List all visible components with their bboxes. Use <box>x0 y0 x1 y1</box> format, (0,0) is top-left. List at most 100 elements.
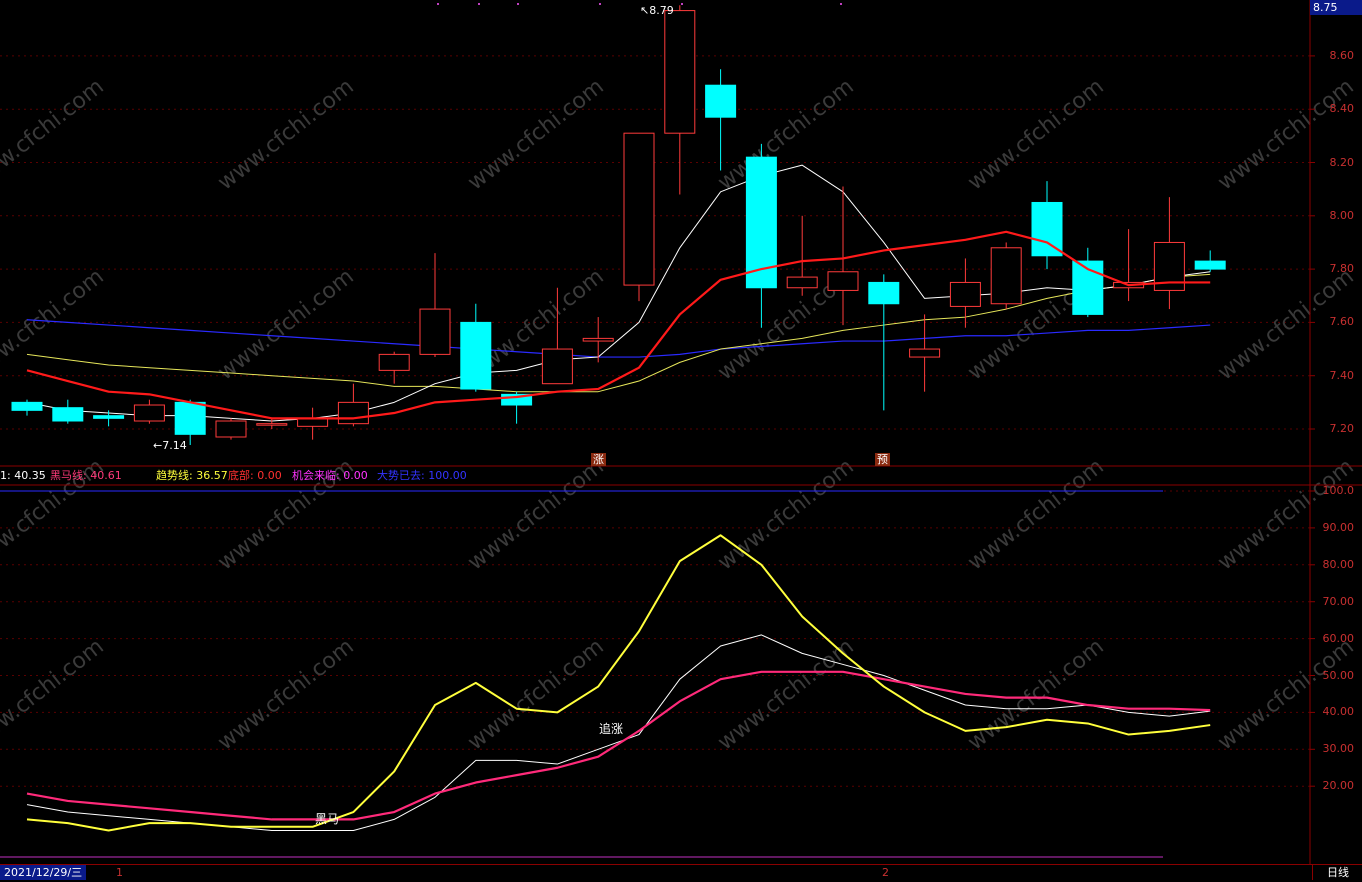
watermark-text: www.cfchi.com <box>0 264 109 385</box>
candle-body <box>93 415 125 419</box>
top-marker-dot <box>840 3 842 5</box>
watermark-text: www.cfchi.com <box>213 634 358 755</box>
osc-axis-label: 20.00 <box>1322 779 1355 793</box>
candle-up <box>909 314 941 392</box>
arrow-icon: ← <box>153 439 163 452</box>
candle-up <box>990 242 1022 310</box>
candle-down <box>11 399 43 416</box>
candle-body <box>705 84 737 118</box>
osc-axis-label: 90.00 <box>1322 520 1355 534</box>
osc-axis-label: 40.00 <box>1322 705 1355 719</box>
legend-item: 黑马线: 40.61 <box>50 469 122 482</box>
osc-axis-label: 30.00 <box>1322 742 1355 756</box>
candle-body <box>419 308 451 355</box>
high-price-marker: ↖8.79 <box>640 4 674 17</box>
arrow-icon: ↖ <box>640 4 650 17</box>
candle-body <box>949 281 981 307</box>
top-marker-dot <box>437 3 439 5</box>
watermark-text: www.cfchi.com <box>0 634 109 755</box>
osc-axis-label: 100.0 <box>1322 484 1355 497</box>
candle-down <box>52 399 84 424</box>
candle-body <box>827 271 859 291</box>
top-marker-dot <box>599 3 601 5</box>
candle-down <box>460 303 492 392</box>
candle-body <box>868 281 900 305</box>
oscillator-panel <box>0 490 1211 858</box>
candle-down <box>705 69 737 171</box>
price-axis-label: 8.20 <box>1329 155 1355 169</box>
candle-body <box>174 401 206 435</box>
candle-body <box>541 348 573 385</box>
watermark-text: www.cfchi.com <box>1213 634 1358 755</box>
candle-body <box>664 10 696 134</box>
osc-axis-label: 60.00 <box>1322 631 1355 645</box>
candle-up <box>378 351 410 384</box>
candle-up <box>133 399 165 424</box>
legend-item: 1: 40.35 <box>0 469 46 482</box>
candle-up <box>1113 229 1145 302</box>
candle-body <box>990 247 1022 305</box>
candle-down <box>868 274 900 411</box>
watermark-text: www.cfchi.com <box>713 634 858 755</box>
candle-body <box>133 404 165 422</box>
watermark-text: www.cfchi.com <box>713 454 858 575</box>
top-marker-dot <box>517 3 519 5</box>
candle-body <box>460 321 492 390</box>
candle-up <box>582 317 614 363</box>
osc-axis-label: 80.00 <box>1322 557 1355 571</box>
candle-down <box>1194 250 1226 272</box>
legend-item: 趋势线: 36.57 <box>156 469 228 482</box>
candle-body <box>337 401 369 425</box>
price-axis-label: 7.60 <box>1329 315 1355 329</box>
signal-yu-badge: 预 <box>875 453 890 466</box>
watermark-text: www.cfchi.com <box>0 74 109 195</box>
stock-chart-canvas: www.cfchi.com www.cfchi.com www.cfchi.com w… <box>0 0 1362 881</box>
candle-body <box>215 420 247 438</box>
price-axis-label: 8.00 <box>1329 208 1355 222</box>
candle-up <box>786 215 818 296</box>
candle-body <box>909 348 941 358</box>
signal-zhang-badge: 涨 <box>591 453 606 466</box>
watermark-text: www.cfchi.com <box>1213 74 1358 195</box>
candle-down <box>1031 181 1063 270</box>
osc-axis-label: 50.00 <box>1322 668 1355 682</box>
watermark-text: www.cfchi.com <box>963 454 1108 575</box>
chase-rise-label: 追涨 <box>599 722 624 736</box>
candle-body <box>378 353 410 371</box>
cursor-date: 2021/12/29/三 <box>0 865 87 880</box>
top-marker-dot <box>478 3 480 5</box>
candle-up <box>337 383 369 427</box>
candle-body <box>1031 201 1063 257</box>
top-marker-dot <box>681 3 683 5</box>
current-price-label: 8.75 <box>1310 0 1362 15</box>
legend-item: 底部: 0.00 <box>228 469 282 482</box>
candle-up <box>1153 197 1185 310</box>
price-axis-label: 8.40 <box>1329 102 1355 116</box>
candle-body <box>582 337 614 342</box>
osc-axis-label: 70.00 <box>1322 594 1355 608</box>
period-marker-2: 2 <box>882 866 889 879</box>
bottom-status-bar <box>0 864 1362 882</box>
low-price-marker: ←7.14 <box>153 439 187 452</box>
price-axis-label: 8.60 <box>1329 48 1355 62</box>
candle-down <box>745 143 777 328</box>
watermark-text: www.cfchi.com <box>963 74 1108 195</box>
legend-item: 机会来临: 0.00 <box>292 469 368 482</box>
period-selector[interactable]: 日线 <box>1312 865 1362 880</box>
price-axis-label: 7.20 <box>1329 422 1355 435</box>
legend-item: 大势已去: 100.00 <box>377 469 467 482</box>
high-price-label: 8.79 <box>649 4 674 17</box>
candle-up <box>297 407 329 440</box>
candle-body <box>256 423 288 426</box>
candle-body <box>11 401 43 411</box>
watermark-text: www.cfchi.com <box>463 74 608 195</box>
candle-body <box>297 417 329 427</box>
candle-body <box>1194 260 1226 270</box>
dark-horse-label: 黑马 <box>315 812 340 826</box>
watermark-text: www.cfchi.com <box>463 454 608 575</box>
candle-body <box>52 407 84 422</box>
period-marker-1: 1 <box>116 866 123 879</box>
price-axis-label: 7.40 <box>1329 368 1355 382</box>
candle-body <box>786 276 818 289</box>
low-price-label: 7.14 <box>162 439 187 452</box>
